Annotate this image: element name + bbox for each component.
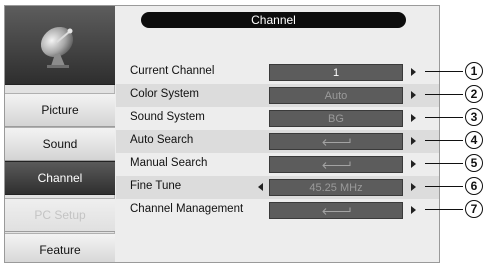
right-arrow-icon[interactable]: [411, 68, 416, 76]
enter-arrow-icon: [322, 161, 351, 169]
menu-row-sound-system[interactable]: Sound System BG: [116, 107, 439, 130]
sidebar-item-sound[interactable]: Sound: [5, 127, 115, 161]
right-arrow-icon[interactable]: [411, 137, 416, 145]
callout-line: [425, 186, 463, 187]
row-label: Color System: [130, 88, 200, 100]
callout-line: [425, 209, 463, 210]
satellite-dish-icon: [40, 26, 74, 68]
callout-line: [425, 117, 463, 118]
value-text: Auto: [324, 89, 348, 102]
callout-line: [425, 94, 463, 95]
menu-row-manual-search[interactable]: Manual Search: [116, 153, 439, 176]
callout-number: 5: [465, 154, 483, 172]
menu-row-color-system[interactable]: Color System Auto: [116, 84, 439, 107]
menu-row-auto-search[interactable]: Auto Search: [116, 130, 439, 153]
callout-line: [425, 163, 463, 164]
row-label: Sound System: [130, 111, 205, 123]
sidebar-item-channel[interactable]: Channel: [5, 161, 115, 195]
row-label: Manual Search: [130, 157, 208, 169]
callout-number: 2: [465, 85, 483, 103]
manual-search-value[interactable]: [269, 156, 403, 173]
row-label: Auto Search: [130, 134, 194, 146]
value-text: BG: [328, 112, 344, 125]
menu-row-fine-tune[interactable]: Fine Tune 45.25 MHz: [116, 176, 439, 199]
callout-line: [425, 140, 463, 141]
left-arrow-icon[interactable]: [258, 183, 263, 191]
row-label: Channel Management: [130, 203, 244, 215]
current-channel-value[interactable]: 1: [269, 64, 403, 81]
callout-line: [425, 71, 463, 72]
menu-title: Channel: [141, 12, 406, 28]
row-label: Current Channel: [130, 65, 215, 77]
menu-row-channel-management[interactable]: Channel Management: [116, 199, 439, 222]
callout-number: 6: [465, 177, 483, 195]
right-arrow-icon[interactable]: [411, 114, 416, 122]
sidebar-item-picture[interactable]: Picture: [5, 93, 115, 127]
menu-row-current-channel[interactable]: Current Channel 1: [116, 61, 439, 84]
value-text: 1: [332, 66, 340, 79]
fine-tune-value[interactable]: 45.25 MHz: [269, 179, 403, 196]
right-arrow-icon[interactable]: [411, 160, 416, 168]
value-text: 45.25 MHz: [309, 181, 363, 194]
auto-search-value[interactable]: [269, 133, 403, 150]
sound-system-value[interactable]: BG: [269, 110, 403, 127]
callout-number: 1: [465, 62, 483, 80]
channel-management-value[interactable]: [269, 202, 403, 219]
enter-arrow-icon: [322, 207, 351, 215]
sidebar: Picture Sound Channel PC Setup Feature: [5, 6, 115, 262]
right-arrow-icon[interactable]: [411, 91, 416, 99]
sidebar-item-feature[interactable]: Feature: [5, 233, 115, 262]
row-label: Fine Tune: [130, 180, 182, 192]
enter-arrow-icon: [322, 138, 351, 146]
right-arrow-icon[interactable]: [411, 183, 416, 191]
color-system-value[interactable]: Auto: [269, 87, 403, 104]
osd-menu-window: Picture Sound Channel PC Setup Feature C…: [4, 5, 440, 263]
sidebar-item-pc-setup: PC Setup: [5, 198, 115, 232]
callout-number: 4: [465, 131, 483, 149]
callout-number: 3: [465, 108, 483, 126]
right-arrow-icon[interactable]: [411, 206, 416, 214]
logo-panel: [5, 6, 115, 85]
callout-number: 7: [465, 200, 483, 218]
